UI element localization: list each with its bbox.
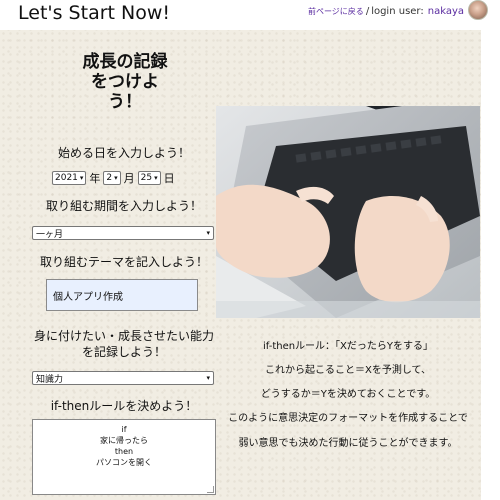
month-value: 2	[106, 173, 113, 183]
ability-select[interactable]: 知識力 ▾	[32, 371, 214, 385]
header: Let's Start Now! 前ページに戻る / login user: n…	[0, 0, 500, 30]
year-select[interactable]: 2021 ▾	[52, 171, 87, 185]
theme-input[interactable]: 個人アプリ作成	[46, 279, 198, 311]
period-select[interactable]: 一ヶ月 ▾	[32, 226, 214, 240]
username: nakaya	[427, 6, 464, 17]
app-title: Let's Start Now!	[18, 2, 170, 24]
period-label: 取り組む期間を入力しよう！	[45, 199, 202, 213]
login-label: login user:	[371, 6, 424, 17]
explanation-line: if-thenルール：「XだったらYをする」	[262, 341, 434, 352]
laptop-typing-photo	[216, 106, 480, 318]
chevron-down-icon: ▾	[154, 174, 158, 182]
day-unit: 日	[163, 172, 175, 185]
day-select[interactable]: 25 ▾	[137, 171, 161, 185]
explanation-line: 弱い意思でも決めた行動に従うことができます。	[238, 438, 458, 449]
ability-label: 身に付けたい・成長させたい能力を記録しよう！	[33, 329, 214, 359]
explanation-line: これから起こること＝Xを予測して、	[264, 365, 432, 376]
theme-label: 取り組むテーマを記入しよう！	[39, 255, 208, 269]
year-unit: 年	[89, 172, 101, 185]
if-then-line: if	[121, 425, 127, 434]
laptop-photo-svg	[216, 106, 480, 318]
chevron-down-icon: ▾	[79, 174, 84, 182]
day-value: 25	[140, 173, 153, 183]
avatar[interactable]	[468, 0, 488, 20]
ability-value: 知識力	[36, 374, 64, 385]
start-date-row: 2021 ▾ 年 2 ▾ 月 25 ▾ 日	[52, 170, 175, 186]
chevron-down-icon: ▾	[114, 174, 118, 182]
if-then-line: パソコンを開く	[96, 458, 152, 467]
user-area: 前ページに戻る / login user: nakaya	[308, 6, 464, 17]
if-then-label: if-thenルールを決めよう！	[50, 399, 198, 413]
explanation-line: このように意思決定のフォーマットを作成することで	[228, 413, 468, 424]
if-then-line: then	[114, 447, 134, 456]
period-value: 一ヶ月	[36, 229, 64, 240]
explanation-line: どうするか＝Yを決めておくことです。	[260, 389, 436, 400]
start-date-label: 始める日を入力しよう！	[57, 146, 190, 160]
back-link[interactable]: 前ページに戻る	[308, 6, 364, 17]
page-title: 成長の記録をつけよう！	[82, 52, 168, 112]
year-value: 2021	[55, 173, 78, 183]
month-unit: 月	[123, 172, 135, 185]
if-then-textarea[interactable]: if 家に帰ったら then パソコンを開く	[32, 419, 216, 495]
if-then-line: 家に帰ったら	[100, 436, 148, 445]
chevron-down-icon: ▾	[206, 229, 210, 237]
separator: /	[365, 6, 370, 17]
month-select[interactable]: 2 ▾	[103, 171, 121, 185]
resize-handle[interactable]	[207, 486, 214, 493]
chevron-down-icon: ▾	[206, 374, 210, 382]
